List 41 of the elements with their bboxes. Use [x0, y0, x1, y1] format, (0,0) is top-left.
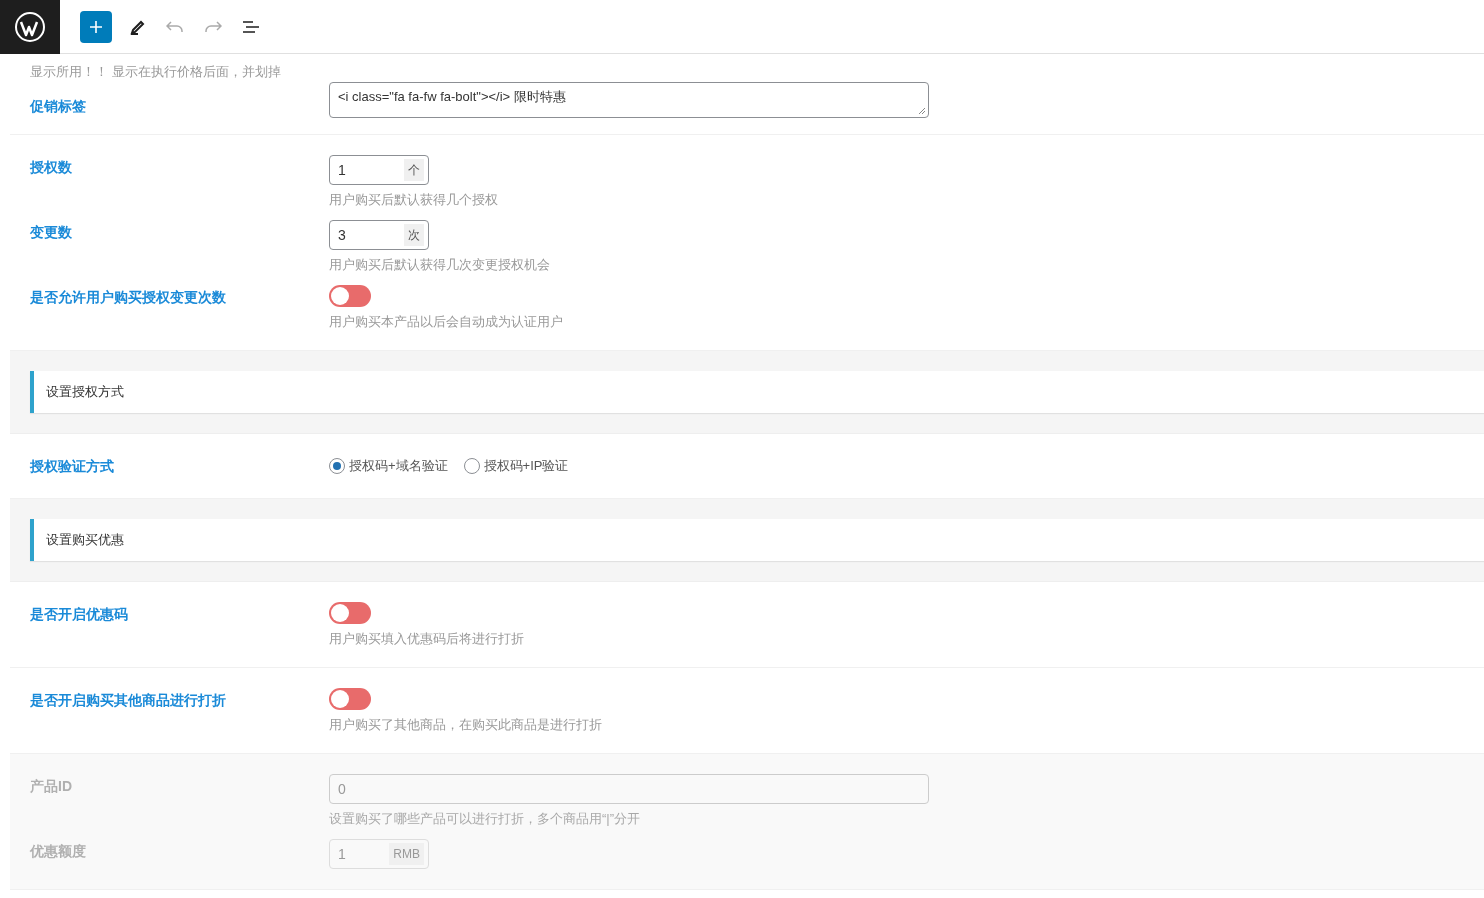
list-view-icon[interactable]: [242, 19, 260, 34]
unit-label: RMB: [389, 843, 424, 865]
field-label: 是否开启优惠码: [30, 606, 128, 622]
help-text: 设置购买了哪些产品可以进行打折，多个商品用“|”分开: [329, 810, 642, 827]
undo-icon[interactable]: [166, 19, 184, 34]
resize-handle-icon[interactable]: [918, 107, 926, 115]
unit-label: 次: [404, 224, 424, 246]
add-button[interactable]: [80, 10, 112, 43]
field-value: 1: [338, 160, 346, 180]
number-field[interactable]: 3 次: [329, 220, 429, 250]
radio-label[interactable]: 授权码+IP验证: [483, 456, 569, 476]
help-text: 用户购买了其他商品，在购买此商品是进行打折: [329, 716, 602, 733]
field-label: 优惠额度: [30, 843, 86, 859]
radio-button[interactable]: [329, 458, 345, 474]
field-value: 1: [338, 844, 346, 864]
radio-label[interactable]: 授权码+域名验证: [349, 456, 448, 476]
help-text: 用户购买本产品以后会自动成为认证用户: [329, 313, 563, 330]
field-label: 促销标签: [30, 98, 86, 114]
radio-button[interactable]: [463, 458, 480, 474]
number-field[interactable]: 1 个: [329, 155, 429, 185]
toggle-switch[interactable]: [329, 285, 371, 307]
text-area[interactable]: <i class="fa fa-fw fa-bolt"></i> 限时特惠: [329, 82, 929, 118]
field-value: 3: [338, 225, 346, 245]
help-text: 用户购买后默认获得几个授权: [329, 191, 498, 208]
toggle-switch[interactable]: [329, 688, 371, 710]
note-text: 显示所用！！ 显示在执行价格后面，并划掉: [29, 63, 282, 81]
redo-icon[interactable]: [204, 19, 222, 34]
field-label: 授权验证方式: [30, 458, 114, 474]
toggle-switch[interactable]: [329, 602, 371, 624]
help-text: 用户购买填入优惠码后将进行打折: [329, 630, 524, 647]
field-label: 是否允许用户购买授权变更次数: [30, 289, 226, 305]
section-header: 设置授权方式: [30, 371, 1484, 413]
unit-label: 个: [404, 159, 424, 181]
plus-icon: [89, 19, 103, 34]
logo-icon[interactable]: [0, 0, 60, 54]
section-header: 设置购买优惠: [30, 519, 1484, 561]
field-label: 变更数: [30, 224, 72, 240]
field-label: 产品ID: [30, 778, 72, 794]
field-label: 授权数: [30, 159, 72, 175]
help-text: 用户购买后默认获得几次变更授权机会: [329, 256, 550, 273]
field-label: 是否开启购买其他商品进行打折: [30, 692, 226, 708]
